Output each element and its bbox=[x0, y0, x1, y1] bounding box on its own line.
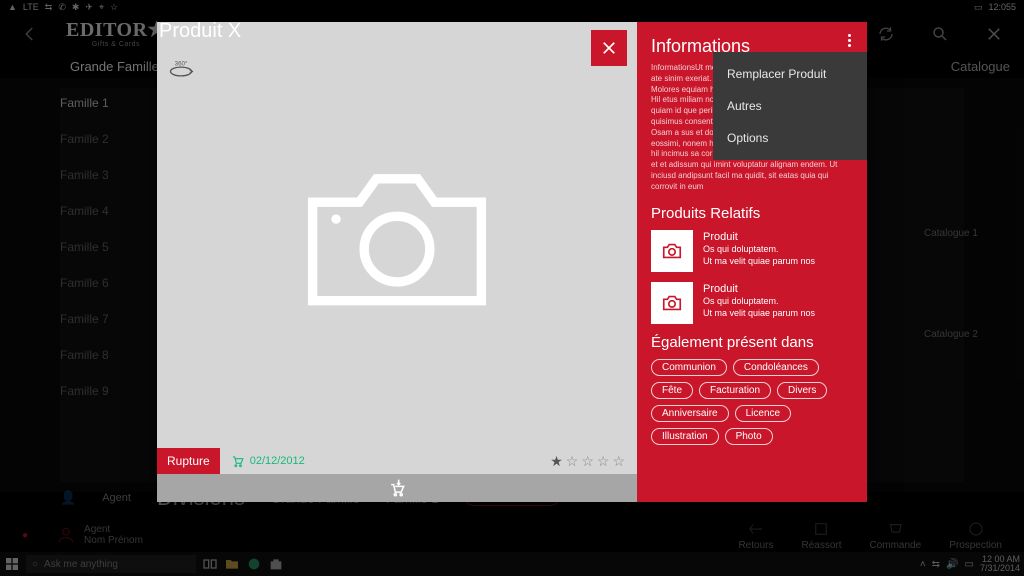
svg-text:360°: 360° bbox=[175, 60, 188, 67]
tag[interactable]: Anniversaire bbox=[651, 405, 729, 422]
relatives-heading: Produits Relatifs bbox=[651, 205, 853, 222]
rupture-badge: Rupture bbox=[157, 448, 220, 474]
tag[interactable]: Facturation bbox=[699, 382, 771, 399]
add-to-cart-button[interactable] bbox=[157, 474, 637, 502]
product-status-strip: Rupture 02/12/2012 ★ ☆ ☆ ☆ ☆ bbox=[157, 448, 637, 474]
tag[interactable]: Photo bbox=[725, 428, 773, 445]
modal-title: Produit X bbox=[157, 20, 241, 43]
tag[interactable]: Licence bbox=[735, 405, 791, 422]
product-modal: Produit X 360° Rupture 02/12/2012 bbox=[157, 22, 867, 502]
camera-placeholder-icon bbox=[302, 160, 492, 310]
relative-product[interactable]: Produit Os qui doluptatem. Ut ma velit q… bbox=[651, 282, 853, 324]
tag[interactable]: Condoléances bbox=[733, 359, 819, 376]
relative-product[interactable]: Produit Os qui doluptatem. Ut ma velit q… bbox=[651, 230, 853, 272]
cart-icon bbox=[230, 454, 244, 468]
star-icon[interactable]: ☆ bbox=[597, 453, 610, 470]
context-menu: Remplacer Produit Autres Options bbox=[713, 52, 867, 160]
product-image-area: 360° bbox=[157, 22, 637, 448]
tag[interactable]: Divers bbox=[777, 382, 827, 399]
star-icon[interactable]: ☆ bbox=[612, 453, 625, 470]
tag[interactable]: Illustration bbox=[651, 428, 719, 445]
modal-info-panel: Informations Remplacer Produit Autres Op… bbox=[637, 22, 867, 502]
star-icon[interactable]: ★ bbox=[550, 453, 563, 470]
cart-date: 02/12/2012 bbox=[230, 454, 305, 468]
menu-item-replace[interactable]: Remplacer Produit bbox=[713, 58, 867, 90]
rating-stars[interactable]: ★ ☆ ☆ ☆ ☆ bbox=[550, 453, 625, 470]
relative-thumb bbox=[651, 282, 693, 324]
also-in-heading: Également présent dans bbox=[651, 334, 853, 351]
relative-thumb bbox=[651, 230, 693, 272]
menu-item-other[interactable]: Autres bbox=[713, 90, 867, 122]
star-icon[interactable]: ☆ bbox=[581, 453, 594, 470]
menu-item-options[interactable]: Options bbox=[713, 122, 867, 154]
modal-close-button[interactable] bbox=[591, 30, 627, 66]
tag[interactable]: Fête bbox=[651, 382, 693, 399]
tag-list: Communion Condoléances Fête Facturation … bbox=[651, 359, 853, 445]
tag[interactable]: Communion bbox=[651, 359, 727, 376]
view-360-icon[interactable]: 360° bbox=[167, 54, 195, 82]
cart-download-icon bbox=[387, 478, 407, 498]
star-icon[interactable]: ☆ bbox=[566, 453, 579, 470]
more-options-button[interactable] bbox=[839, 30, 859, 50]
